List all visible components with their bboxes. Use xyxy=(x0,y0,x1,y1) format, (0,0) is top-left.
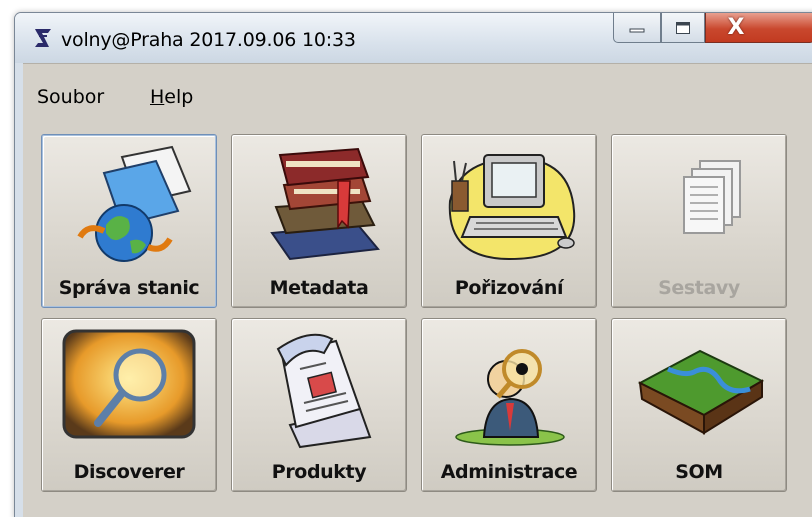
tile-porizovani[interactable]: Pořizování xyxy=(421,134,597,308)
maximize-icon xyxy=(676,21,690,34)
magnifier-icon xyxy=(62,329,196,439)
tile-produkty-label: Produkty xyxy=(271,461,367,483)
tile-som-label: SOM xyxy=(675,461,723,483)
terrain-icon xyxy=(637,349,765,435)
computer-icon xyxy=(448,154,576,261)
globe-folder-icon xyxy=(77,145,192,262)
app-window: volny@Praha 2017.09.06 10:33 X Soubor He… xyxy=(14,12,812,517)
tile-administrace[interactable]: Administrace xyxy=(421,318,597,492)
tile-produkty[interactable]: Produkty xyxy=(231,318,407,492)
tile-metadata[interactable]: Metadata xyxy=(231,134,407,308)
documents-icon xyxy=(683,160,741,234)
tile-metadata-label: Metadata xyxy=(269,277,369,299)
window-title: volny@Praha 2017.09.06 10:33 xyxy=(61,29,356,51)
tile-porizovani-label: Pořizování xyxy=(454,277,564,299)
close-icon: X xyxy=(727,15,745,40)
tile-sprava-stanic[interactable]: Správa stanic xyxy=(41,134,217,308)
tile-administrace-label: Administrace xyxy=(440,461,578,483)
menu-help[interactable]: Help xyxy=(150,86,193,108)
tile-sprava-stanic-label: Správa stanic xyxy=(58,277,200,299)
main-panel: Soubor Help Správa stanic Metadata Pořiz… xyxy=(23,63,812,517)
tile-discoverer[interactable]: Discoverer xyxy=(41,318,217,492)
menu-help-mnemonic: H xyxy=(150,86,165,108)
bottom-strip xyxy=(23,504,812,517)
app-logo-icon xyxy=(35,29,51,47)
newspaper-icon xyxy=(276,333,372,449)
tile-sestavy-label: Sestavy xyxy=(658,277,740,299)
tile-sestavy[interactable]: Sestavy xyxy=(611,134,787,308)
inspector-icon xyxy=(455,349,565,446)
close-button[interactable]: X xyxy=(705,13,812,43)
tile-discoverer-label: Discoverer xyxy=(73,461,185,483)
minimize-button[interactable] xyxy=(613,13,661,43)
tile-som[interactable]: SOM xyxy=(611,318,787,492)
menu-bar: Soubor Help xyxy=(23,64,812,108)
menu-help-rest: elp xyxy=(164,86,194,108)
menu-soubor[interactable]: Soubor xyxy=(37,86,104,108)
maximize-button[interactable] xyxy=(661,13,705,43)
books-icon xyxy=(270,147,380,261)
title-bar[interactable]: volny@Praha 2017.09.06 10:33 X xyxy=(15,13,812,63)
minimize-icon xyxy=(629,28,645,32)
